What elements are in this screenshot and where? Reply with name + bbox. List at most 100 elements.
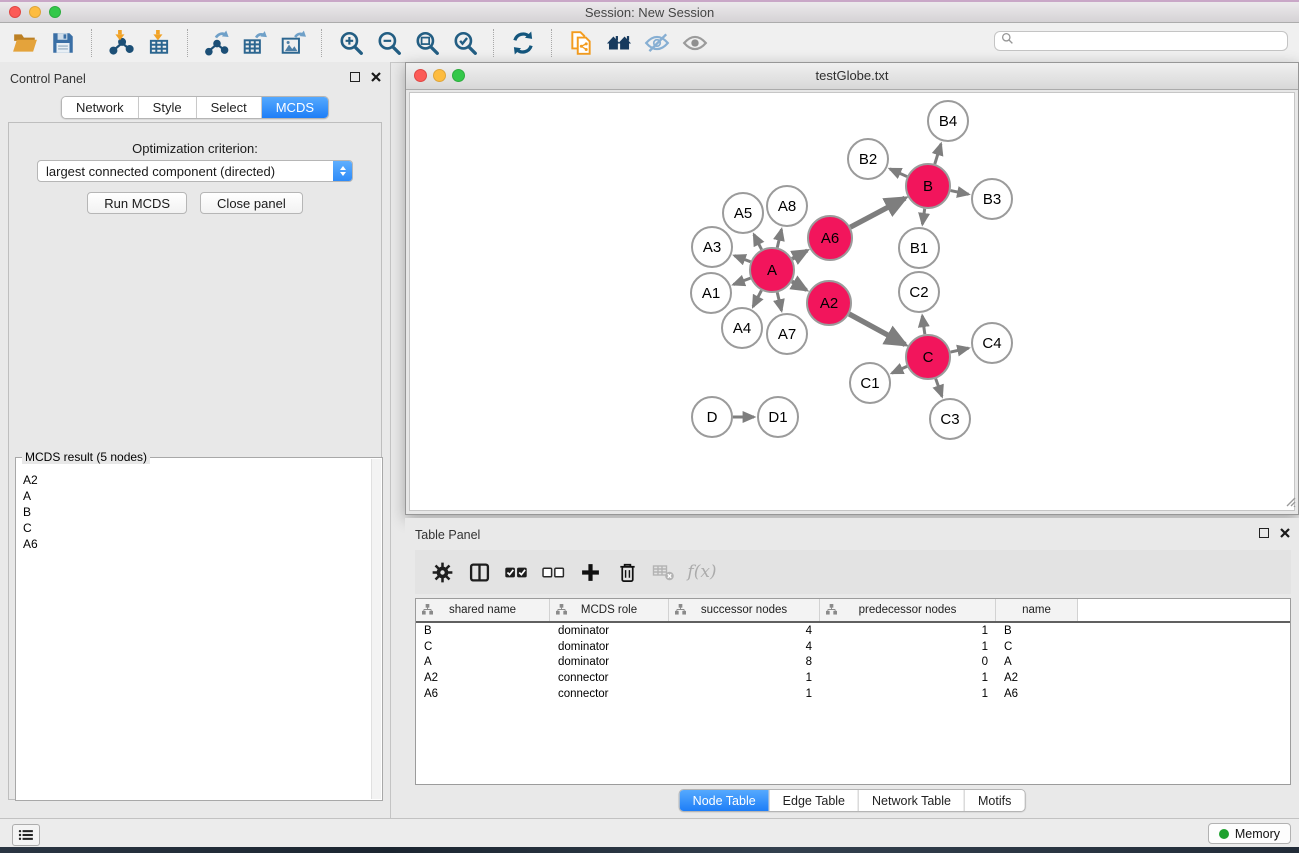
cell-successor-nodes[interactable]: 8: [669, 656, 820, 668]
close-panel-icon[interactable]: [371, 72, 381, 82]
cell-name[interactable]: A: [996, 656, 1078, 668]
graph-node-A4[interactable]: A4: [722, 308, 762, 348]
graph-node-B[interactable]: B: [906, 164, 950, 208]
tab-select[interactable]: Select: [196, 97, 261, 118]
mcds-result-item[interactable]: C: [23, 520, 371, 536]
cell-shared-name[interactable]: A6: [416, 688, 550, 700]
export-network-button[interactable]: [201, 27, 233, 59]
graph-node-B1[interactable]: B1: [899, 228, 939, 268]
graph-edge-B-B2[interactable]: [890, 169, 907, 177]
cell-MCDS-role[interactable]: connector: [550, 688, 669, 700]
graph-node-A1[interactable]: A1: [691, 273, 731, 313]
graph-node-A5[interactable]: A5: [723, 193, 763, 233]
float-panel-icon[interactable]: [350, 72, 360, 82]
cell-successor-nodes[interactable]: 4: [669, 641, 820, 653]
graph-edge-C-C1[interactable]: [892, 366, 907, 373]
cell-name[interactable]: C: [996, 641, 1078, 653]
optimization-criterion-select[interactable]: largest connected component (directed): [37, 160, 353, 182]
graph-edge-C-C3[interactable]: [936, 379, 942, 397]
select-all-button[interactable]: [501, 556, 531, 588]
graph-node-A8[interactable]: A8: [767, 186, 807, 226]
columns-button[interactable]: [464, 556, 494, 588]
graph-edge-A-A3[interactable]: [734, 256, 750, 262]
cell-predecessor-nodes[interactable]: 1: [820, 625, 996, 637]
column-header-successor-nodes[interactable]: successor nodes: [669, 599, 820, 621]
graph-edge-B-B4[interactable]: [935, 144, 941, 164]
cell-MCDS-role[interactable]: dominator: [550, 641, 669, 653]
table-row[interactable]: A2connector11A2: [416, 670, 1290, 686]
settings-button[interactable]: [427, 556, 457, 588]
cell-predecessor-nodes[interactable]: 1: [820, 688, 996, 700]
cell-shared-name[interactable]: A2: [416, 672, 550, 684]
table-row[interactable]: A6connector11A6: [416, 686, 1290, 702]
tab-edge-table[interactable]: Edge Table: [769, 790, 858, 811]
close-panel-button[interactable]: Close panel: [200, 192, 303, 214]
table-row[interactable]: Adominator80A: [416, 655, 1290, 671]
graph-edge-A2-C[interactable]: [849, 314, 905, 345]
tab-node-table[interactable]: Node Table: [680, 790, 769, 811]
graph-node-A3[interactable]: A3: [692, 227, 732, 267]
tab-network[interactable]: Network: [62, 97, 138, 118]
tab-network-table[interactable]: Network Table: [858, 790, 964, 811]
column-header-name[interactable]: name: [996, 599, 1078, 621]
refresh-button[interactable]: [507, 27, 539, 59]
cell-MCDS-role[interactable]: dominator: [550, 656, 669, 668]
resize-grip-icon[interactable]: [1284, 494, 1296, 512]
cell-MCDS-role[interactable]: dominator: [550, 625, 669, 637]
export-table-button[interactable]: [239, 27, 271, 59]
cell-shared-name[interactable]: C: [416, 641, 550, 653]
graph-edge-A-A6[interactable]: [792, 251, 807, 259]
graph-edge-A6-B[interactable]: [850, 198, 905, 227]
graph-node-C[interactable]: C: [906, 335, 950, 379]
cell-shared-name[interactable]: A: [416, 656, 550, 668]
close-table-panel-icon[interactable]: [1280, 528, 1290, 538]
tab-motifs[interactable]: Motifs: [964, 790, 1024, 811]
graph-node-C3[interactable]: C3: [930, 399, 970, 439]
graph-edge-B-B3[interactable]: [951, 191, 969, 195]
hide-details-button[interactable]: [641, 27, 673, 59]
import-network-button[interactable]: [105, 27, 137, 59]
float-table-panel-icon[interactable]: [1259, 528, 1269, 538]
graph-edge-A-A4[interactable]: [753, 290, 761, 306]
graph-node-D[interactable]: D: [692, 397, 732, 437]
show-panels-button[interactable]: [12, 824, 40, 846]
cell-predecessor-nodes[interactable]: 1: [820, 672, 996, 684]
tab-mcds[interactable]: MCDS: [261, 97, 328, 118]
cell-name[interactable]: A6: [996, 688, 1078, 700]
graph-edge-A-A1[interactable]: [733, 278, 750, 284]
tab-style[interactable]: Style: [138, 97, 196, 118]
graph-edge-C-C2[interactable]: [922, 316, 925, 334]
result-scrollbar[interactable]: [371, 459, 381, 799]
graph-node-A[interactable]: A: [750, 248, 794, 292]
graph-node-B4[interactable]: B4: [928, 101, 968, 141]
clear-selection-button[interactable]: [538, 556, 568, 588]
search-box[interactable]: [994, 31, 1288, 51]
cell-name[interactable]: A2: [996, 672, 1078, 684]
graph-edge-A-A5[interactable]: [754, 234, 762, 249]
mcds-result-item[interactable]: B: [23, 504, 371, 520]
save-session-button[interactable]: [47, 27, 79, 59]
delete-row-button[interactable]: [612, 556, 642, 588]
graph-node-A2[interactable]: A2: [807, 281, 851, 325]
cell-successor-nodes[interactable]: 1: [669, 688, 820, 700]
graph-edge-A-A8[interactable]: [777, 229, 781, 247]
mcds-result-item[interactable]: A2: [23, 472, 371, 488]
memory-button[interactable]: Memory: [1208, 823, 1291, 844]
open-session-button[interactable]: [9, 27, 41, 59]
graph-edge-B-B1[interactable]: [922, 209, 924, 224]
import-table-button[interactable]: [143, 27, 175, 59]
cell-name[interactable]: B: [996, 625, 1078, 637]
mcds-result-item[interactable]: A6: [23, 536, 371, 552]
graph-node-D1[interactable]: D1: [758, 397, 798, 437]
table-row[interactable]: Cdominator41C: [416, 639, 1290, 655]
column-header-shared-name[interactable]: shared name: [416, 599, 550, 621]
clone-network-button[interactable]: [565, 27, 597, 59]
graph-node-C1[interactable]: C1: [850, 363, 890, 403]
cell-predecessor-nodes[interactable]: 1: [820, 641, 996, 653]
column-header-MCDS-role[interactable]: MCDS role: [550, 599, 669, 621]
zoom-out-button[interactable]: [373, 27, 405, 59]
graph-node-A7[interactable]: A7: [767, 314, 807, 354]
table-row[interactable]: Bdominator41B: [416, 623, 1290, 639]
column-header-predecessor-nodes[interactable]: predecessor nodes: [820, 599, 996, 621]
cell-MCDS-role[interactable]: connector: [550, 672, 669, 684]
